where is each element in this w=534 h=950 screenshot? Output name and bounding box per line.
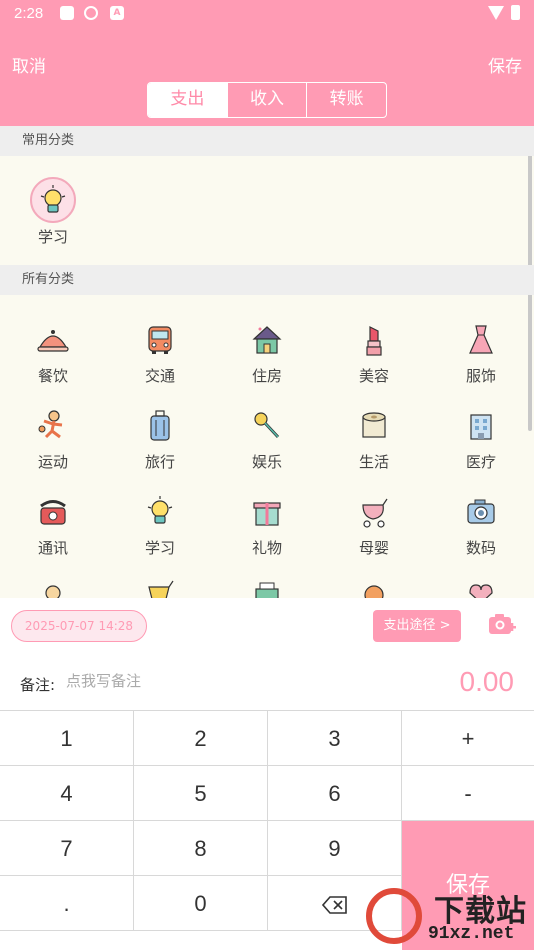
gift-icon [248,493,286,531]
watermark-circle-icon [366,888,422,944]
key-0[interactable]: 0 [134,876,268,931]
heart-icon [462,579,500,598]
category-label: 医疗 [465,453,496,471]
category-label: 美容 [358,367,389,385]
pet-icon [355,579,393,598]
key-4[interactable]: 4 [0,766,134,821]
key-minus[interactable]: - [402,766,534,821]
notification-a-icon: A [110,6,124,20]
camera-icon [462,493,500,531]
key-5[interactable]: 5 [134,766,268,821]
toilet-paper-icon [355,407,393,445]
add-photo-icon[interactable] [488,612,516,636]
status-time: 2:28 [14,5,44,22]
category-label: 餐饮 [37,367,68,385]
watermark-url: 91xz.net [428,924,515,944]
dress-icon [462,321,500,359]
lightbulb-icon [141,493,179,531]
note-input[interactable] [66,672,266,690]
sport-kid-icon [34,407,72,445]
key-plus[interactable]: + [402,711,534,766]
category-label: 通讯 [37,539,68,557]
category-label: 生活 [358,453,389,471]
watermark-logo: 下载站 91xz.net [366,884,534,950]
key-2[interactable]: 2 [134,711,268,766]
lightbulb-icon [34,182,72,220]
category-item-study[interactable]: 学习 [107,493,213,558]
category-item-gift[interactable]: 礼物 [214,493,320,558]
category-item-partial[interactable] [0,579,106,598]
candy-icon [34,579,72,598]
save-header-button[interactable]: 保存 [488,52,522,77]
cart-icon [141,579,179,598]
date-picker-button[interactable]: 2025-07-07 14:28 [11,610,147,642]
tab-income[interactable]: 收入 [226,83,307,117]
all-section-title: 所有分类 [0,265,534,295]
category-item-travel[interactable]: 旅行 [107,407,213,472]
category-label: 学习 [144,539,175,557]
header-bar: 2:28 A 取消 保存 支出 收入 转账 [0,0,534,126]
key-6[interactable]: 6 [268,766,402,821]
category-item-sport[interactable]: 运动 [0,407,106,472]
category-label: 旅行 [144,453,175,471]
category-label: 学习 [37,228,68,246]
battery-icon [511,5,520,20]
category-panel[interactable]: 常用分类 学习 所有分类 餐饮 交通 住房 美容 服饰 运动 旅行 娱乐 生活 … [0,126,534,598]
note-label: 备注: [20,676,56,694]
notification-square-icon [60,6,74,20]
tab-transfer[interactable]: 转账 [306,83,386,117]
food-cover-icon [34,321,72,359]
bus-icon [141,321,179,359]
frequent-section-title: 常用分类 [0,126,534,156]
category-item-living[interactable]: 生活 [321,407,427,472]
key-1[interactable]: 1 [0,711,134,766]
category-label: 娱乐 [251,453,282,471]
key-9[interactable]: 9 [268,821,402,876]
status-bar: 2:28 A [0,0,534,28]
category-item-transport[interactable]: 交通 [107,321,213,386]
stroller-icon [355,493,393,531]
category-item-partial[interactable] [107,579,213,598]
tab-expense[interactable]: 支出 [148,83,227,117]
category-item-partial[interactable] [321,579,427,598]
type-tabs: 支出 收入 转账 [147,82,387,118]
key-7[interactable]: 7 [0,821,134,876]
category-label: 数码 [465,539,496,557]
category-item-study-frequent[interactable]: 学习 [0,182,106,247]
category-item-digital[interactable]: 数码 [428,493,534,558]
suitcase-icon [141,407,179,445]
microphone-icon [248,407,286,445]
category-label: 礼物 [251,539,282,557]
category-item-clothing[interactable]: 服饰 [428,321,534,386]
telephone-icon [34,493,72,531]
category-item-beauty[interactable]: 美容 [321,321,427,386]
category-item-food[interactable]: 餐饮 [0,321,106,386]
category-item-entertainment[interactable]: 娱乐 [214,407,320,472]
category-item-partial[interactable] [428,579,534,598]
backspace-icon [321,896,347,914]
category-item-mother-baby[interactable]: 母婴 [321,493,427,558]
wifi-icon [488,6,504,20]
category-item-partial[interactable] [214,579,320,598]
cancel-button[interactable]: 取消 [12,52,46,77]
category-item-communication[interactable]: 通讯 [0,493,106,558]
hospital-icon [462,407,500,445]
key-8[interactable]: 8 [134,821,268,876]
key-dot[interactable]: . [0,876,134,931]
key-3[interactable]: 3 [268,711,402,766]
notification-circle-icon [84,6,98,20]
category-label: 运动 [37,453,68,471]
category-label: 服饰 [465,367,496,385]
category-label: 母婴 [358,539,389,557]
category-item-medical[interactable]: 医疗 [428,407,534,472]
category-item-housing[interactable]: 住房 [214,321,320,386]
payment-route-button[interactable]: 支出途径 > [373,610,461,642]
amount-display: 0.00 [459,666,515,697]
lipstick-icon [355,321,393,359]
category-label: 交通 [144,367,175,385]
printer-icon [248,579,286,598]
house-icon [248,321,286,359]
category-label: 住房 [251,367,282,385]
